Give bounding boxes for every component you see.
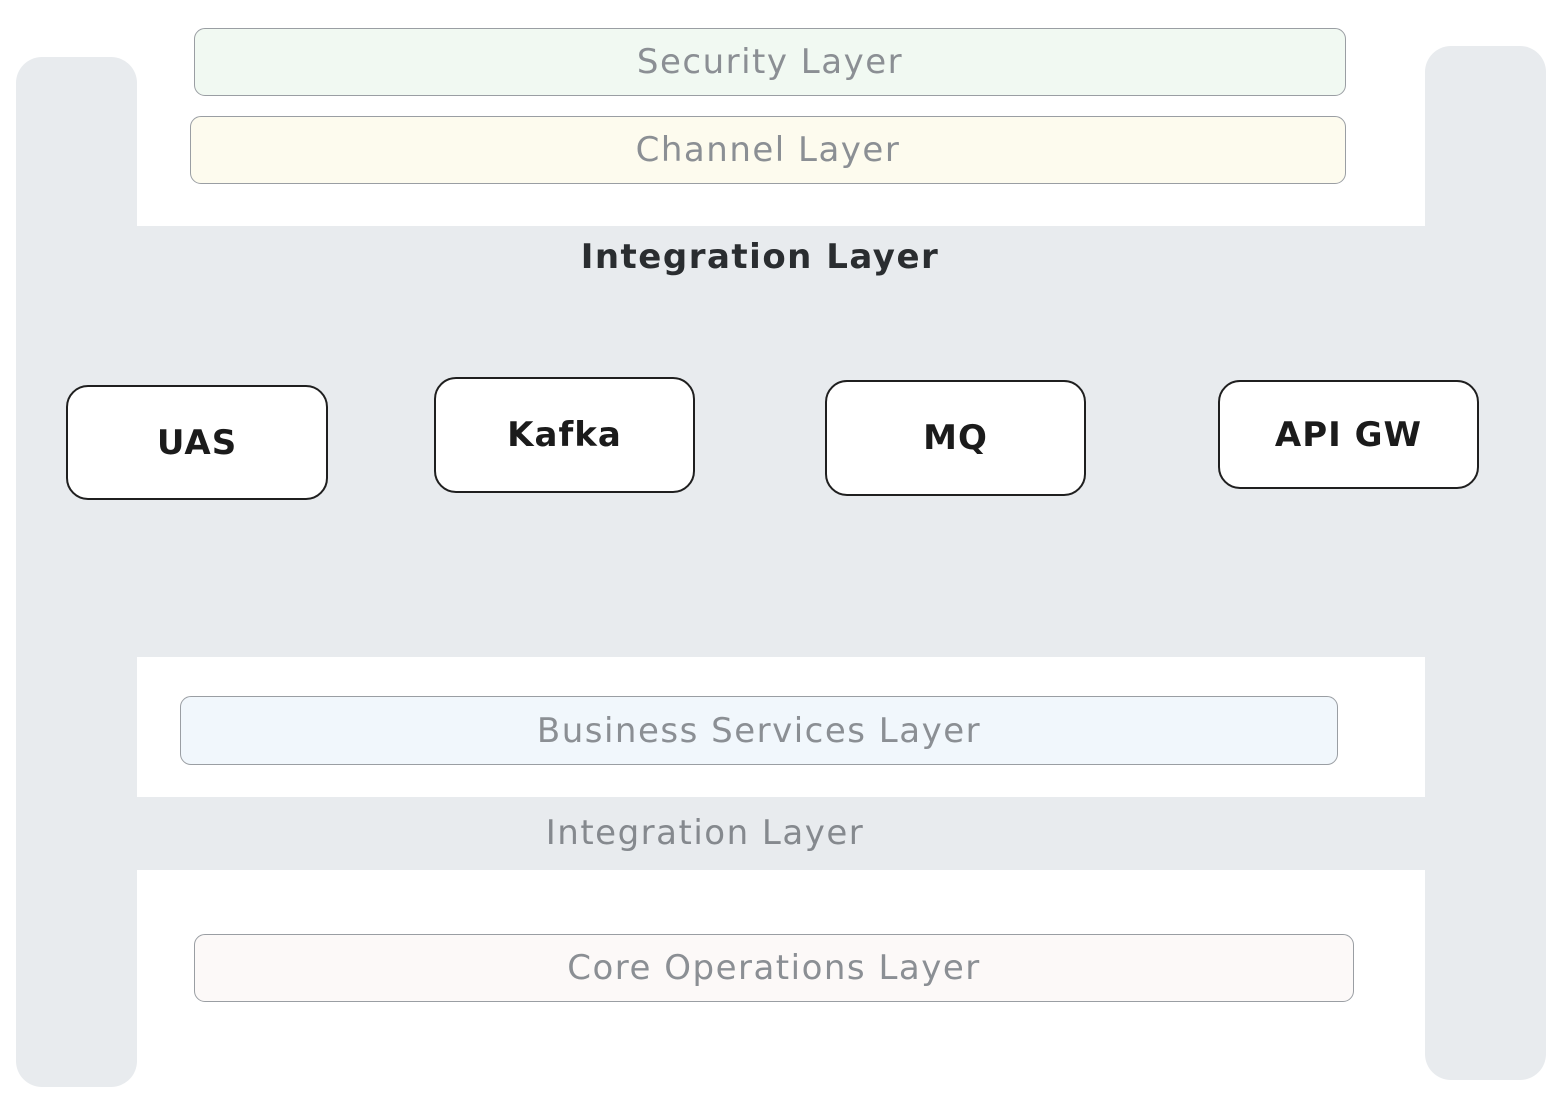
right-pillar [1425,46,1546,1080]
mq-box: MQ [825,380,1086,496]
left-pillar [16,57,137,1087]
business-services-layer-label: Business Services Layer [536,710,982,751]
channel-layer-label: Channel Layer [635,130,901,170]
mq-label: MQ [923,418,988,458]
business-services-layer-bar: Business Services Layer [180,696,1338,765]
channel-layer-bar: Channel Layer [190,116,1346,184]
security-layer-bar: Security Layer [194,28,1346,96]
integration-layer-title: Integration Layer [580,237,940,277]
core-operations-layer-label: Core Operations Layer [567,948,981,988]
api-gw-box: API GW [1218,380,1479,489]
security-layer-label: Security Layer [636,42,904,82]
kafka-box: Kafka [434,377,695,493]
core-operations-layer-bar: Core Operations Layer [194,934,1354,1002]
uas-box: UAS [66,385,328,500]
integration-layer-lower-title: Integration Layer [545,813,865,853]
api-gw-label: API GW [1274,414,1423,455]
uas-label: UAS [156,422,238,463]
kafka-label: Kafka [507,415,622,455]
